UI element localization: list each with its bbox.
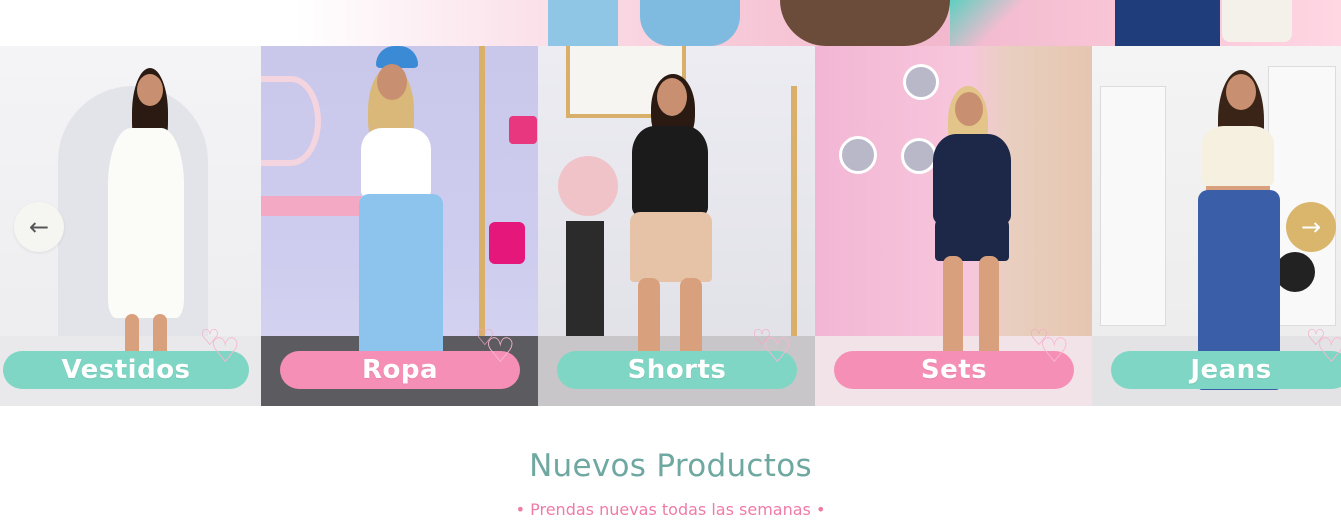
hero-image-part <box>780 0 950 46</box>
flower-decor <box>558 156 618 216</box>
category-slide-shorts[interactable]: Shorts ♡ ♡ <box>538 46 815 406</box>
hero-image-part <box>548 0 618 46</box>
section-subtitle: • Prendas nuevas todas las semanas • <box>515 500 826 519</box>
hearts-icon: ♡ ♡ <box>1029 326 1070 371</box>
mirror-decor <box>261 76 321 166</box>
hero-image-part <box>1222 0 1292 42</box>
hearts-icon: ♡ ♡ <box>475 326 516 371</box>
carousel-prev-button[interactable]: ← <box>14 202 64 252</box>
hero-image-part <box>640 0 740 46</box>
bag-decor <box>489 222 525 264</box>
shelf-decor <box>479 46 485 346</box>
hero-image-part <box>1115 0 1220 46</box>
cabinet-decor <box>1100 86 1166 326</box>
section-title: Nuevos Productos <box>529 448 812 484</box>
category-slide-sets[interactable]: Sets ♡ ♡ <box>815 46 1092 406</box>
round-mirror-decor <box>901 138 937 174</box>
hearts-icon: ♡ ♡ <box>752 326 793 371</box>
desk-decor <box>261 196 361 216</box>
category-slide-ropa[interactable]: Ropa ♡ ♡ <box>261 46 538 406</box>
carousel-next-button[interactable]: → <box>1286 202 1336 252</box>
bag-decor <box>509 116 537 144</box>
arrow-left-icon: ← <box>28 213 50 241</box>
sign-decor <box>1275 252 1315 292</box>
arrow-right-icon: → <box>1300 213 1322 241</box>
hearts-icon: ♡ ♡ <box>200 326 241 371</box>
hero-image-part <box>950 0 1030 46</box>
shelf-decor <box>791 86 797 366</box>
hearts-icon: ♡ ♡ <box>1306 326 1341 371</box>
hero-banner-bottom <box>0 0 1341 46</box>
round-mirror-decor <box>903 64 939 100</box>
category-carousel: Vestidos ♡ ♡ Ropa ♡ ♡ Shorts ♡ ♡ Sets ♡ … <box>0 46 1341 406</box>
round-mirror-decor <box>839 136 877 174</box>
